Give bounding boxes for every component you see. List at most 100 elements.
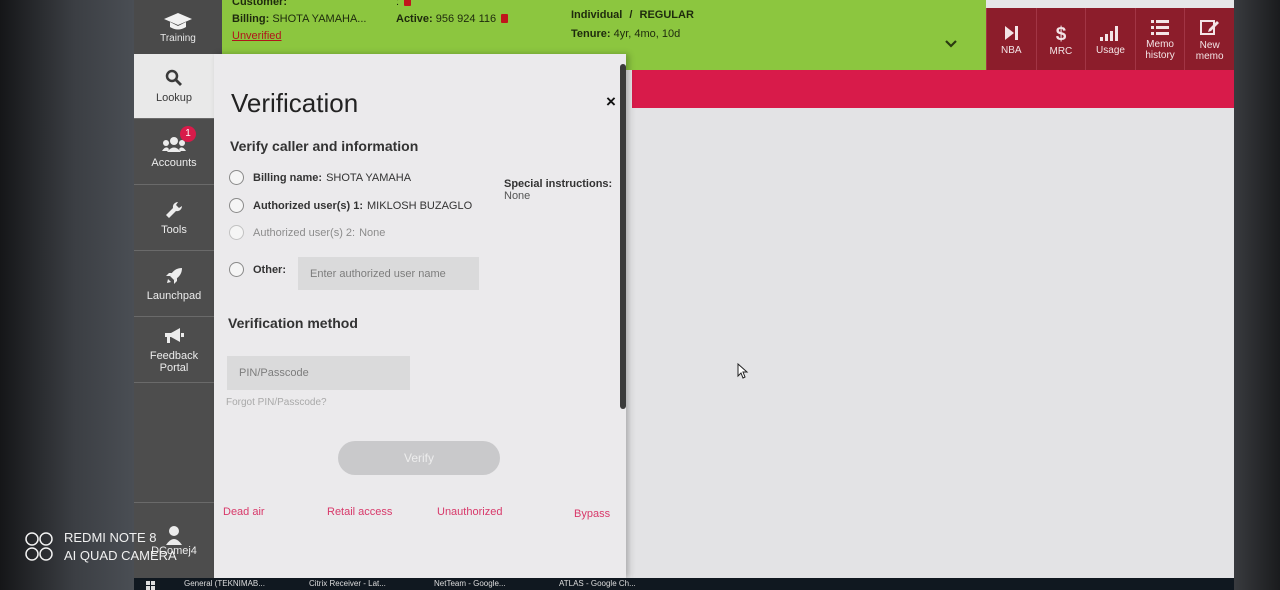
taskbar-item[interactable]: General (TEKNIMAB... <box>184 579 284 590</box>
other-option[interactable]: Other: <box>229 262 290 277</box>
nba-button[interactable]: NBA <box>986 8 1036 72</box>
special-instructions: Special instructions: None <box>504 178 612 202</box>
retail-access-link[interactable]: Retail access <box>327 506 392 518</box>
signal-bars-icon <box>1100 25 1119 41</box>
training-button[interactable]: Training <box>134 0 222 54</box>
authorized-user-1-value: MIKLOSH BUZAGLO <box>367 199 473 212</box>
copy-number-icon[interactable] <box>501 14 509 23</box>
billing-value: SHOTA YAMAHA... <box>272 13 367 25</box>
dead-air-link[interactable]: Dead air <box>223 506 265 518</box>
unauthorized-link[interactable]: Unauthorized <box>437 506 502 518</box>
special-instructions-value: None <box>504 190 531 202</box>
authorized-user-1-label: Authorized user(s) 1: <box>253 199 364 212</box>
customer-info: Customer: Billing: SHOTA YAMAHA... Unver… <box>232 0 366 42</box>
verification-panel: Verification × Verify caller and informa… <box>214 54 626 578</box>
account-type: Individual <box>571 9 623 21</box>
action-toolbar: NBA $ MRC Usage Memo history New memo <box>986 8 1234 72</box>
billing-name-value: SHOTA YAMAHA <box>326 171 412 184</box>
nav-launchpad-label: Launchpad <box>146 289 202 302</box>
expand-chevron-icon[interactable] <box>944 36 958 54</box>
taskbar-item[interactable]: ATLAS - Google Ch... <box>559 579 659 590</box>
usage-button[interactable]: Usage <box>1085 8 1135 72</box>
account-plan: REGULAR <box>639 9 694 21</box>
panel-title: Verification <box>231 88 359 118</box>
wrench-icon <box>166 201 183 218</box>
verification-method-heading: Verification method <box>228 315 358 331</box>
taskbar-item[interactable]: Citrix Receiver - Lat... <box>309 579 409 590</box>
nav-accounts-label: Accounts <box>151 156 197 169</box>
windows-start-icon[interactable] <box>146 581 156 590</box>
billing-name-label: Billing name: <box>253 171 323 184</box>
nav-feedback-portal[interactable]: Feedback Portal <box>134 318 214 383</box>
accounts-badge: 1 <box>180 126 196 142</box>
bypass-link[interactable]: Bypass <box>574 508 610 520</box>
authorized-user-2-value: None <box>359 226 386 239</box>
other-label: Other: <box>253 263 286 276</box>
billing-name-option[interactable]: Billing name: SHOTA YAMAHA <box>229 170 411 185</box>
new-memo-button[interactable]: New memo <box>1184 8 1234 72</box>
other-radio[interactable] <box>229 262 244 277</box>
monitor-bezel-right <box>1232 0 1280 590</box>
authorized-user-2-option: Authorized user(s) 2: None <box>229 225 385 240</box>
mrc-label: MRC <box>1049 45 1073 57</box>
nav-accounts[interactable]: 1 Accounts <box>134 120 214 185</box>
search-icon <box>165 69 182 86</box>
nba-label: NBA <box>1001 44 1022 56</box>
list-icon <box>1151 20 1170 35</box>
left-nav: Lookup 1 Accounts Tools Launchpad Feedba… <box>134 54 214 578</box>
active-number: 956 924 116 <box>435 13 497 25</box>
mrc-button[interactable]: $ MRC <box>1035 8 1086 72</box>
tenure-value: 4yr, 4mo, 10d <box>613 28 681 40</box>
authorized-user-2-label: Authorized user(s) 2: <box>253 226 356 239</box>
verify-caller-heading: Verify caller and information <box>230 138 419 154</box>
svg-text:$: $ <box>1056 24 1067 42</box>
verify-button[interactable]: Verify <box>338 441 500 475</box>
customer-label: Customer: <box>232 0 288 8</box>
billing-line: Billing: SHOTA YAMAHA... <box>232 13 366 25</box>
new-memo-label: New memo <box>1195 40 1224 62</box>
active-info: : Active: 956 924 116 <box>396 0 509 25</box>
nav-tools-label: Tools <box>161 223 187 236</box>
nav-lookup[interactable]: Lookup <box>134 54 214 119</box>
unverified-link[interactable]: Unverified <box>232 30 282 42</box>
skip-icon <box>1005 25 1019 40</box>
account-separator: / <box>629 9 633 21</box>
rocket-icon <box>166 267 182 284</box>
edit-icon <box>1199 20 1219 35</box>
pin-passcode-input[interactable]: PIN/Passcode <box>227 356 410 390</box>
nav-tools[interactable]: Tools <box>134 186 214 251</box>
watermark-line1: REDMI NOTE 8 <box>64 530 157 545</box>
billing-name-radio[interactable] <box>229 170 244 185</box>
panel-scrollbar[interactable] <box>620 64 626 409</box>
graduation-cap-icon <box>164 12 192 29</box>
nav-launchpad[interactable]: Launchpad <box>134 252 214 317</box>
account-info: Individual / REGULAR Tenure: 4yr, 4mo, 1… <box>571 9 694 40</box>
tenure-label: Tenure: <box>571 28 611 40</box>
copy-icon[interactable] <box>404 0 412 6</box>
dollar-icon: $ <box>1056 24 1067 42</box>
accent-bar <box>632 70 1234 108</box>
mouse-cursor-icon <box>737 363 749 379</box>
memo-history-label: Memo history <box>1145 39 1175 61</box>
main-content-area <box>632 108 1234 578</box>
authorized-user-1-radio[interactable] <box>229 198 244 213</box>
megaphone-icon <box>165 327 184 343</box>
usage-label: Usage <box>1096 44 1125 56</box>
screen: Training Customer: Billing: SHOTA YAMAHA… <box>134 0 1234 578</box>
nav-feedback-label: Feedback Portal <box>149 349 199 374</box>
billing-label: Billing: <box>232 13 270 25</box>
nav-lookup-label: Lookup <box>155 91 193 104</box>
active-label: Active: <box>396 13 433 25</box>
taskbar-item[interactable]: NetTeam - Google... <box>434 579 534 590</box>
camera-watermark: REDMI NOTE 8 AI QUAD CAMERA <box>64 529 177 565</box>
other-user-input[interactable]: Enter authorized user name <box>298 257 479 290</box>
watermark-line2: AI QUAD CAMERA <box>64 548 177 563</box>
colon-text: : <box>396 0 400 8</box>
camera-watermark-icon <box>25 532 53 561</box>
monitor-bezel-left <box>0 0 134 590</box>
training-label: Training <box>160 32 196 44</box>
close-icon[interactable]: × <box>606 92 616 112</box>
memo-history-button[interactable]: Memo history <box>1134 8 1185 72</box>
forgot-pin-link[interactable]: Forgot PIN/Passcode? <box>226 397 327 408</box>
authorized-user-1-option[interactable]: Authorized user(s) 1: MIKLOSH BUZAGLO <box>229 198 472 213</box>
